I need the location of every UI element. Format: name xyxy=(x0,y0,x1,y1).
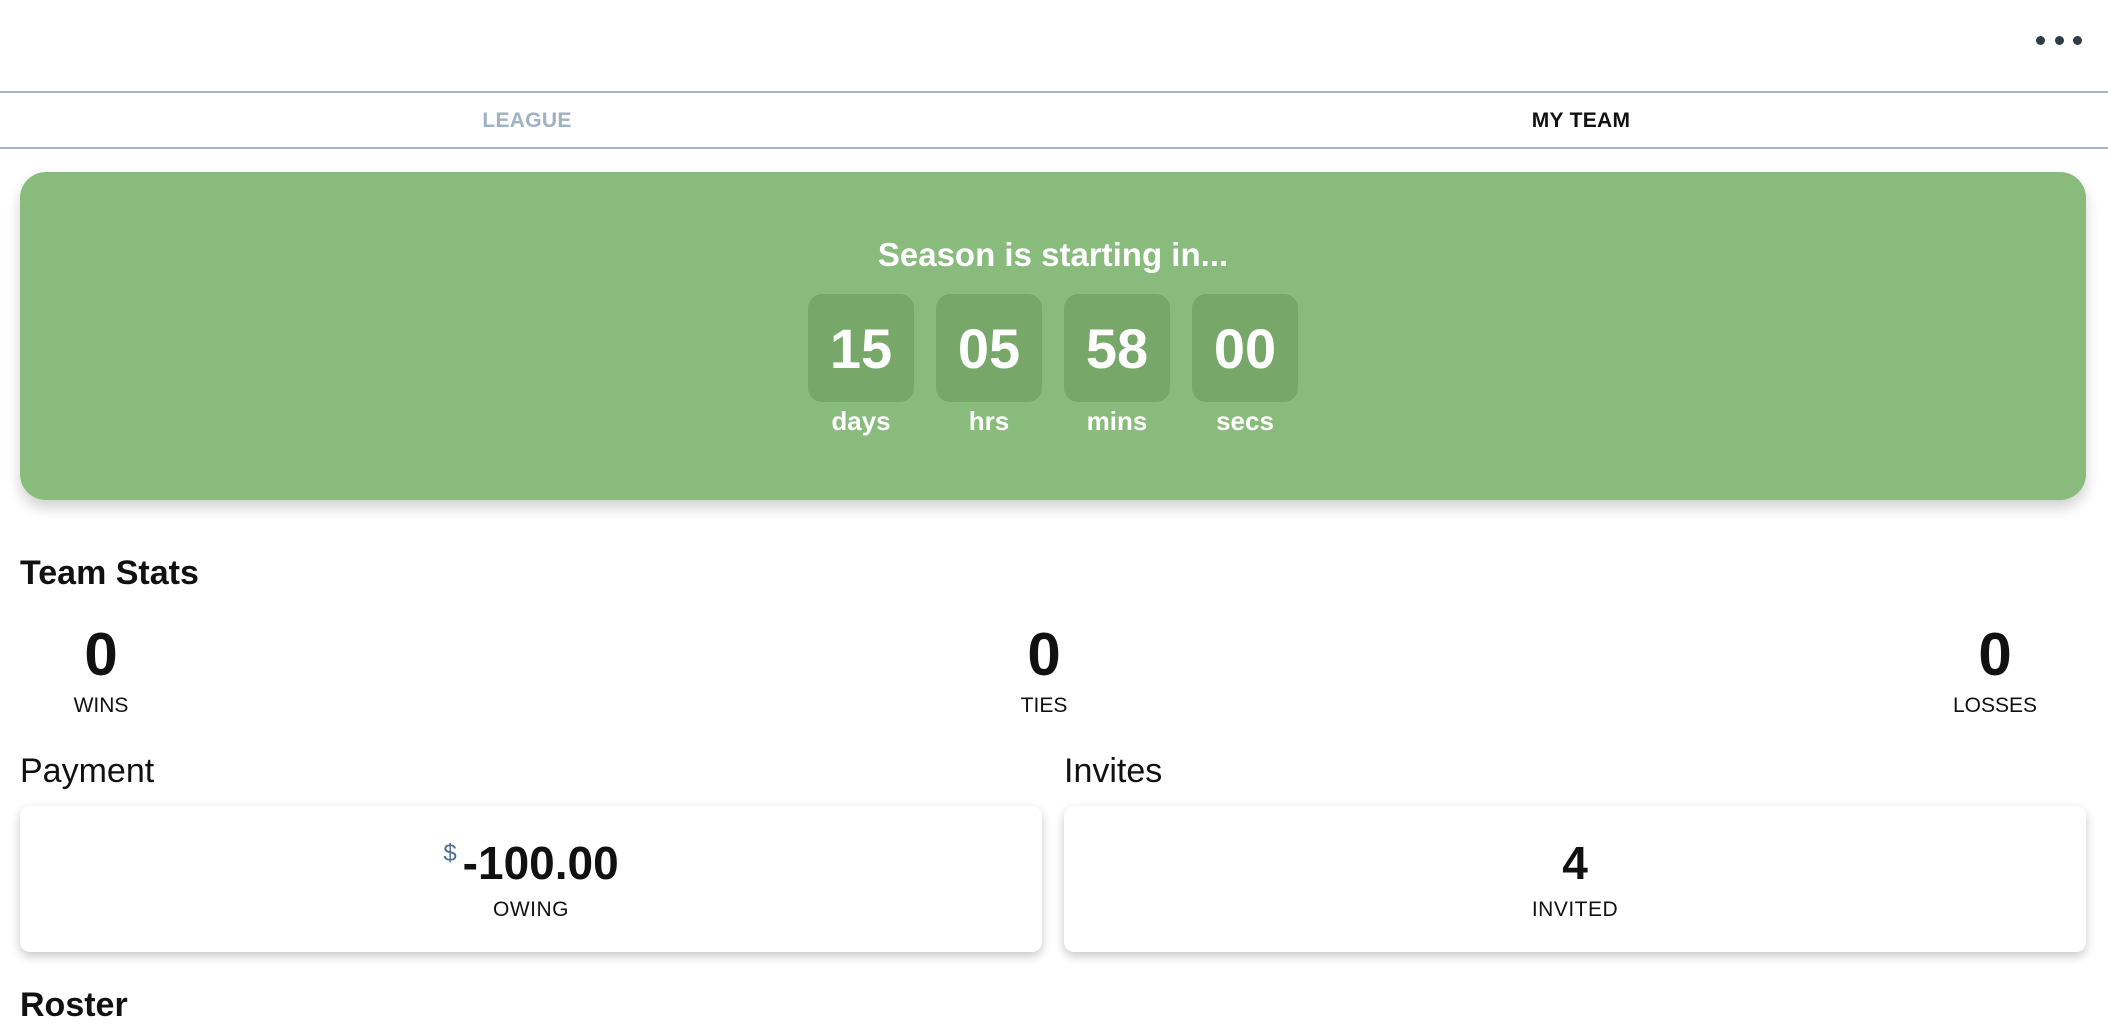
stat-losses: 0 LOSSES xyxy=(1915,620,2075,718)
losses-label: LOSSES xyxy=(1952,694,2038,717)
countdown-seconds: 00 secs xyxy=(1192,294,1298,437)
more-dot xyxy=(2054,35,2064,45)
countdown-units: 15 days 05 hrs 58 mins 00 secs xyxy=(20,294,2086,437)
countdown-minutes: 58 mins xyxy=(1064,294,1170,437)
losses-value: 0 xyxy=(1978,621,2012,688)
invites-title: Invites xyxy=(1064,752,1163,790)
payment-amount-row: $ -100.00 xyxy=(20,836,1042,890)
invites-count: 4 xyxy=(1562,837,1588,889)
top-bar xyxy=(0,0,2108,93)
ties-label: TIES xyxy=(1020,694,1068,717)
tab-my-team[interactable]: MY TEAM xyxy=(1054,95,2108,147)
payment-amount: -100.00 xyxy=(462,837,619,889)
invites-count-row: 4 xyxy=(1064,836,2086,890)
invites-label: INVITED xyxy=(1531,898,1619,921)
more-options-icon[interactable] xyxy=(2036,26,2082,54)
countdown-days-value: 15 xyxy=(808,294,914,402)
ties-value: 0 xyxy=(1027,621,1061,688)
countdown-seconds-label: secs xyxy=(1216,406,1274,436)
countdown-title: Season is starting in... xyxy=(877,236,1229,273)
payment-label: OWING xyxy=(493,898,569,921)
more-dot xyxy=(2036,35,2045,45)
tab-league[interactable]: LEAGUE xyxy=(0,95,1054,147)
stat-wins: 0 WINS xyxy=(21,620,181,718)
countdown-hours-label: hrs xyxy=(968,406,1010,436)
more-dot xyxy=(2073,35,2082,45)
payment-title: Payment xyxy=(20,752,155,790)
team-stats-title: Team Stats xyxy=(20,554,199,592)
countdown-days: 15 days xyxy=(808,294,914,437)
invites-card[interactable]: 4 INVITED xyxy=(1064,806,2086,952)
countdown-hours-value: 05 xyxy=(936,294,1042,402)
stat-ties: 0 TIES xyxy=(964,620,1124,718)
countdown-seconds-value: 00 xyxy=(1192,294,1298,402)
countdown-days-label: days xyxy=(831,406,891,436)
season-countdown-card: Season is starting in... 15 days 05 hrs … xyxy=(20,172,2086,500)
currency-symbol: $ xyxy=(443,840,457,867)
tab-bar: LEAGUE MY TEAM xyxy=(0,95,2108,149)
wins-value: 0 xyxy=(84,621,118,688)
payment-card[interactable]: $ -100.00 OWING xyxy=(20,806,1042,952)
countdown-hours: 05 hrs xyxy=(936,294,1042,437)
countdown-minutes-label: mins xyxy=(1086,406,1148,436)
countdown-minutes-value: 58 xyxy=(1064,294,1170,402)
roster-title: Roster xyxy=(20,986,128,1024)
wins-label: WINS xyxy=(73,694,129,717)
